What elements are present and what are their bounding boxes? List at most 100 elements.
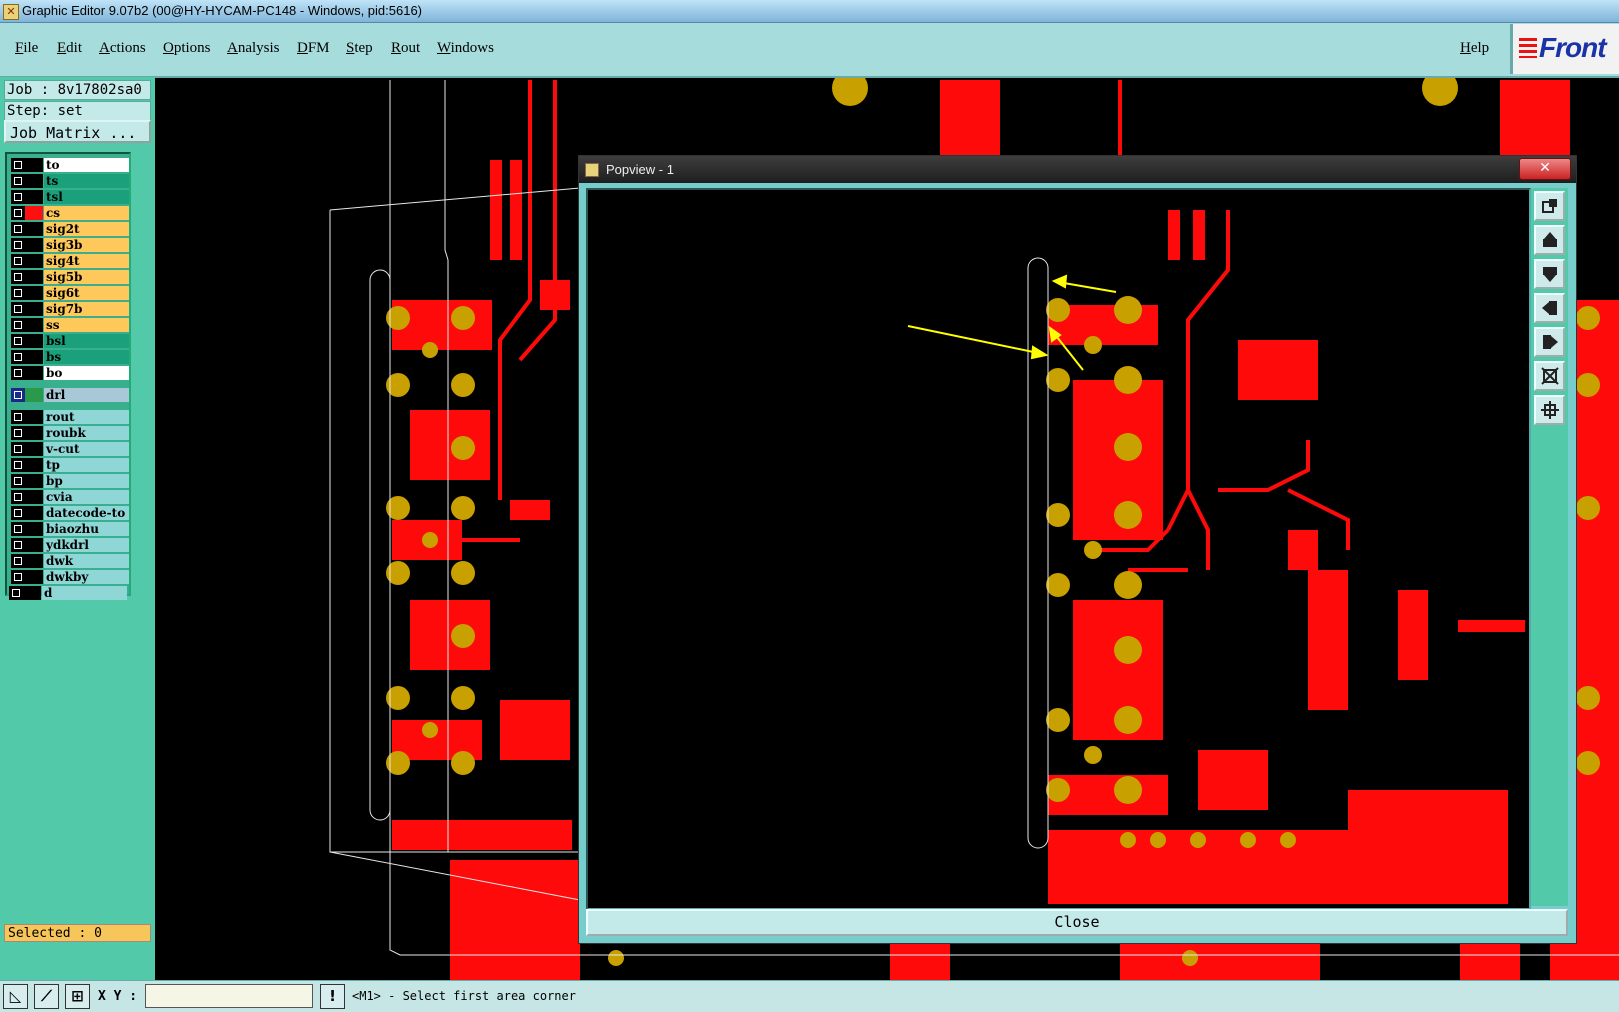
layer-swatch[interactable]: [25, 538, 43, 552]
layer-row-ss[interactable]: ss: [11, 318, 129, 332]
layer-name[interactable]: bs: [44, 350, 129, 364]
close-icon[interactable]: ✕: [1519, 158, 1571, 180]
layer-name[interactable]: sig2t: [44, 222, 129, 236]
pan-left-icon[interactable]: [1534, 293, 1565, 323]
layer-checkbox[interactable]: [11, 302, 25, 316]
layer-name[interactable]: ts: [44, 174, 129, 188]
layer-checkbox[interactable]: [11, 174, 25, 188]
layer-row-sig2t[interactable]: sig2t: [11, 222, 129, 236]
layer-swatch[interactable]: [25, 522, 43, 536]
zoom-fit-icon[interactable]: [1534, 361, 1565, 391]
layer-checkbox[interactable]: [11, 426, 25, 440]
popview-title-bar[interactable]: Popview - 1 ✕: [579, 156, 1576, 183]
layer-checkbox[interactable]: [11, 238, 25, 252]
layer-checkbox[interactable]: [11, 506, 25, 520]
layer-name[interactable]: dwkby: [44, 570, 129, 584]
layer-checkbox[interactable]: [11, 222, 25, 236]
menu-file[interactable]: File: [15, 40, 38, 57]
menu-options[interactable]: Options: [163, 40, 211, 57]
layer-name[interactable]: bp: [44, 474, 129, 488]
layer-name[interactable]: drl: [44, 388, 129, 402]
layer-row-ts[interactable]: ts: [11, 174, 129, 188]
grid-icon[interactable]: ⊞: [65, 984, 90, 1009]
layer-swatch[interactable]: [25, 190, 43, 204]
layer-swatch[interactable]: [25, 158, 43, 172]
layer-checkbox[interactable]: [11, 490, 25, 504]
pan-right-icon[interactable]: [1534, 327, 1565, 357]
layer-row-bs[interactable]: bs: [11, 350, 129, 364]
info-button[interactable]: !: [320, 984, 345, 1009]
layer-row-cvia[interactable]: cvia: [11, 490, 129, 504]
layer-checkbox[interactable]: [11, 334, 25, 348]
popview-canvas[interactable]: [586, 188, 1531, 910]
layer-row-sig3b[interactable]: sig3b: [11, 238, 129, 252]
layer-name[interactable]: dwk: [44, 554, 129, 568]
layer-row-rout[interactable]: rout: [11, 410, 129, 424]
layer-name[interactable]: sig5b: [44, 270, 129, 284]
layer-name[interactable]: sig3b: [44, 238, 129, 252]
pan-up-icon[interactable]: [1534, 225, 1565, 255]
layer-swatch[interactable]: [25, 570, 43, 584]
layer-name[interactable]: sig4t: [44, 254, 129, 268]
layer-checkbox[interactable]: [11, 570, 25, 584]
layer-checkbox[interactable]: [11, 158, 25, 172]
layer-swatch[interactable]: [25, 410, 43, 424]
layer-row-d[interactable]: d: [9, 586, 127, 600]
layer-checkbox[interactable]: [11, 254, 25, 268]
layer-row-tsl[interactable]: tsl: [11, 190, 129, 204]
layer-name[interactable]: biaozhu: [44, 522, 129, 536]
layer-checkbox[interactable]: [11, 474, 25, 488]
layer-row-datecode-to[interactable]: datecode-to: [11, 506, 129, 520]
layer-checkbox[interactable]: [11, 410, 25, 424]
layer-name[interactable]: cvia: [44, 490, 129, 504]
layer-row-biaozhu[interactable]: biaozhu: [11, 522, 129, 536]
pan-down-icon[interactable]: [1534, 259, 1565, 289]
layer-swatch[interactable]: [25, 318, 43, 332]
layer-name[interactable]: datecode-to: [44, 506, 129, 520]
layer-checkbox[interactable]: [11, 350, 25, 364]
layer-name[interactable]: roubk: [44, 426, 129, 440]
layer-swatch[interactable]: [25, 302, 43, 316]
layer-swatch[interactable]: [25, 426, 43, 440]
layer-name[interactable]: ss: [44, 318, 129, 332]
zoom-home-icon[interactable]: [1534, 191, 1565, 221]
layer-swatch[interactable]: [25, 442, 43, 456]
layer-swatch[interactable]: [25, 238, 43, 252]
layer-name[interactable]: sig7b: [44, 302, 129, 316]
layer-row-tp[interactable]: tp: [11, 458, 129, 472]
menu-help[interactable]: Help: [1460, 40, 1489, 57]
layer-row-to[interactable]: to: [11, 158, 129, 172]
layer-checkbox[interactable]: [11, 366, 25, 380]
menu-edit[interactable]: Edit: [57, 40, 82, 57]
layer-checkbox[interactable]: [11, 538, 25, 552]
layer-checkbox[interactable]: [11, 270, 25, 284]
layer-checkbox[interactable]: [11, 388, 25, 402]
layer-name[interactable]: cs: [44, 206, 129, 220]
layer-name[interactable]: sig6t: [44, 286, 129, 300]
layer-swatch[interactable]: [25, 506, 43, 520]
layer-swatch[interactable]: [25, 334, 43, 348]
layer-row-dwkby[interactable]: dwkby: [11, 570, 129, 584]
layer-checkbox[interactable]: [11, 206, 25, 220]
layer-checkbox[interactable]: [11, 190, 25, 204]
layer-row-ydkdrl[interactable]: ydkdrl: [11, 538, 129, 552]
menu-actions[interactable]: Actions: [99, 40, 146, 57]
layer-swatch[interactable]: [25, 174, 43, 188]
layer-row-dwk[interactable]: dwk: [11, 554, 129, 568]
layer-name[interactable]: to: [44, 158, 129, 172]
layer-row-bo[interactable]: bo: [11, 366, 129, 380]
job-matrix-button[interactable]: Job Matrix ...: [4, 120, 151, 143]
layer-checkbox[interactable]: [11, 318, 25, 332]
layer-name[interactable]: ydkdrl: [44, 538, 129, 552]
layer-swatch[interactable]: [25, 286, 43, 300]
layer-row-sig7b[interactable]: sig7b: [11, 302, 129, 316]
layer-swatch[interactable]: [25, 554, 43, 568]
layer-name[interactable]: rout: [44, 410, 129, 424]
layer-swatch[interactable]: [25, 474, 43, 488]
measure-icon[interactable]: ⟋: [34, 984, 59, 1009]
layer-row-drl[interactable]: drl: [11, 388, 129, 402]
layer-name[interactable]: bo: [44, 366, 129, 380]
layer-name[interactable]: tsl: [44, 190, 129, 204]
menu-step[interactable]: Step: [346, 40, 373, 57]
layer-swatch[interactable]: [25, 270, 43, 284]
